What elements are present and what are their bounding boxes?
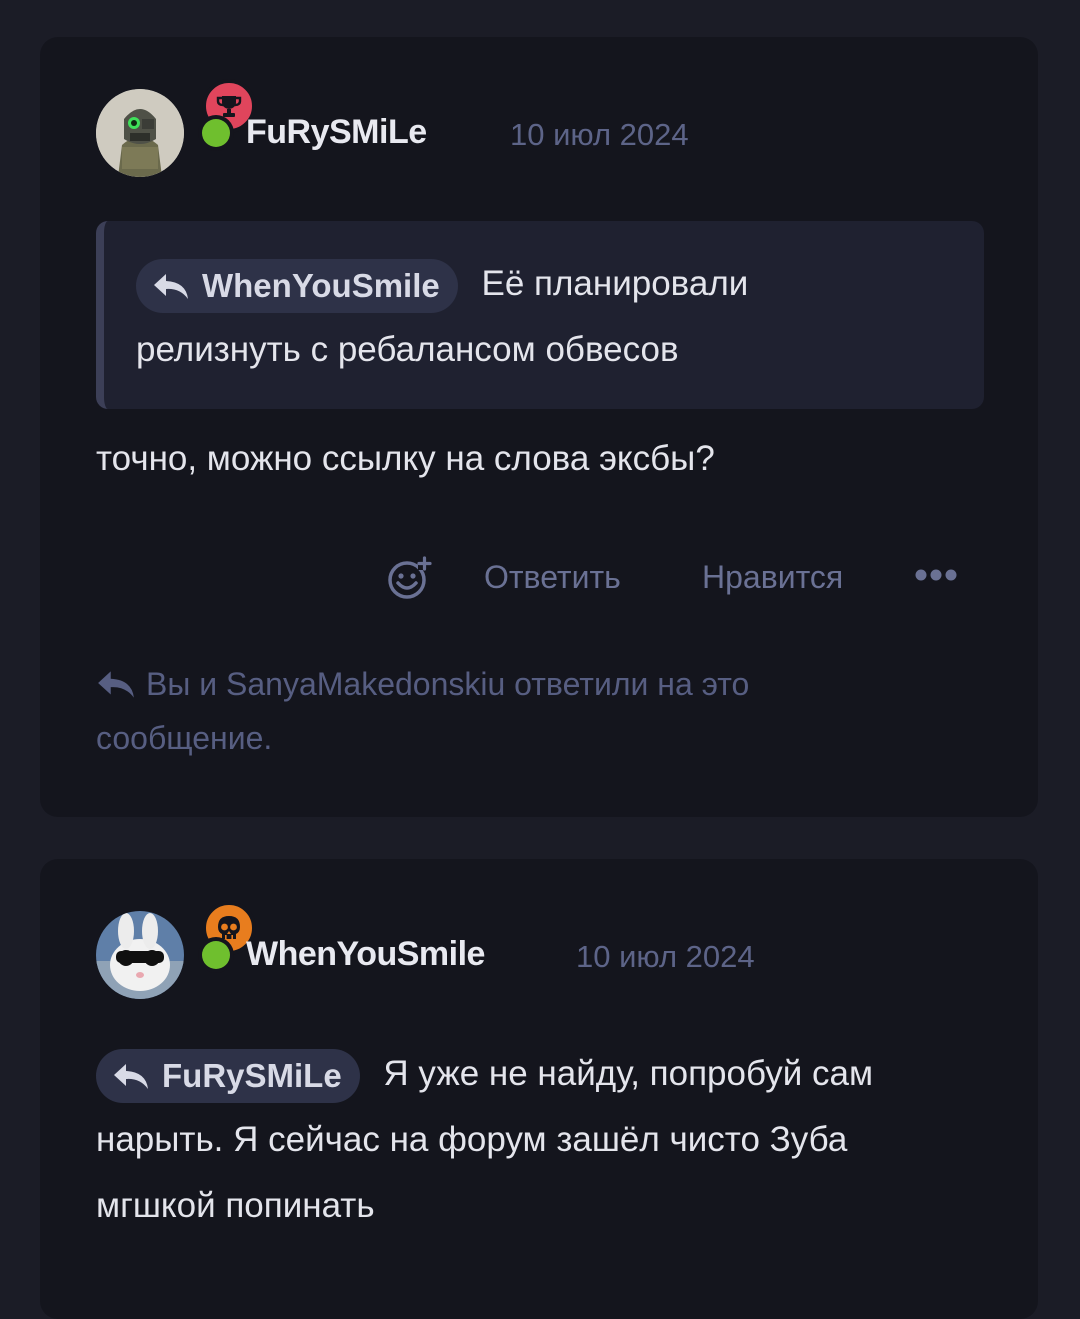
avatar[interactable]: [96, 89, 184, 177]
author-name[interactable]: FuRySMiLe: [246, 113, 427, 152]
online-indicator: [198, 937, 234, 973]
post-card: WhenYouSmile 10 июл 2024 FuRySMiLe Я уже…: [40, 859, 1038, 1319]
quote-text: WhenYouSmile Её планировали релизнуть с …: [136, 251, 966, 383]
mention-chip[interactable]: FuRySMiLe: [96, 1048, 360, 1103]
avatar[interactable]: [96, 911, 184, 999]
message-line-1: Я уже не найду, попробуй сам: [383, 1054, 874, 1093]
reply-arrow-icon: [154, 273, 188, 299]
reply-arrow-icon: [98, 671, 134, 698]
post-actions: Ответить Нравится: [386, 555, 986, 599]
online-indicator: [198, 115, 234, 151]
message-line-3: мгшкой попинать: [96, 1186, 375, 1225]
post-card: FuRySMiLe 10 июл 2024 WhenYouSmile Её пл…: [40, 37, 1038, 817]
reply-button[interactable]: Ответить: [484, 559, 621, 596]
post-header: FuRySMiLe 10 июл 2024: [96, 79, 996, 179]
message-text: FuRySMiLe Я уже не найду, попробуй сам н…: [96, 1041, 976, 1239]
replied-line-1: Вы и SanyaMakedonskiu ответили на это: [146, 666, 750, 702]
post-header: WhenYouSmile 10 июл 2024: [96, 901, 996, 1001]
post-date[interactable]: 10 июл 2024: [510, 117, 689, 153]
message-text: точно, можно ссылку на слова эксбы?: [96, 439, 715, 478]
quote-block: WhenYouSmile Её планировали релизнуть с …: [96, 221, 984, 409]
reply-arrow-icon: [114, 1063, 148, 1089]
quote-line-2: релизнуть с ребалансом обвесов: [136, 330, 679, 369]
quote-line-1: Её планировали: [481, 264, 749, 303]
replied-notice: Вы и SanyaMakedonskiu ответили на это со…: [96, 657, 856, 765]
author-name[interactable]: WhenYouSmile: [246, 935, 485, 974]
like-button[interactable]: Нравится: [702, 559, 843, 596]
more-options-icon[interactable]: [914, 557, 958, 601]
add-reaction-icon[interactable]: [386, 555, 434, 611]
mention-name: WhenYouSmile: [202, 266, 440, 304]
mention-name: FuRySMiLe: [162, 1056, 342, 1094]
replied-line-2: сообщение.: [96, 720, 273, 756]
post-date[interactable]: 10 июл 2024: [576, 939, 755, 975]
message-line-2: нарыть. Я сейчас на форум зашёл чисто Зу…: [96, 1120, 848, 1159]
mention-chip[interactable]: WhenYouSmile: [136, 258, 458, 313]
